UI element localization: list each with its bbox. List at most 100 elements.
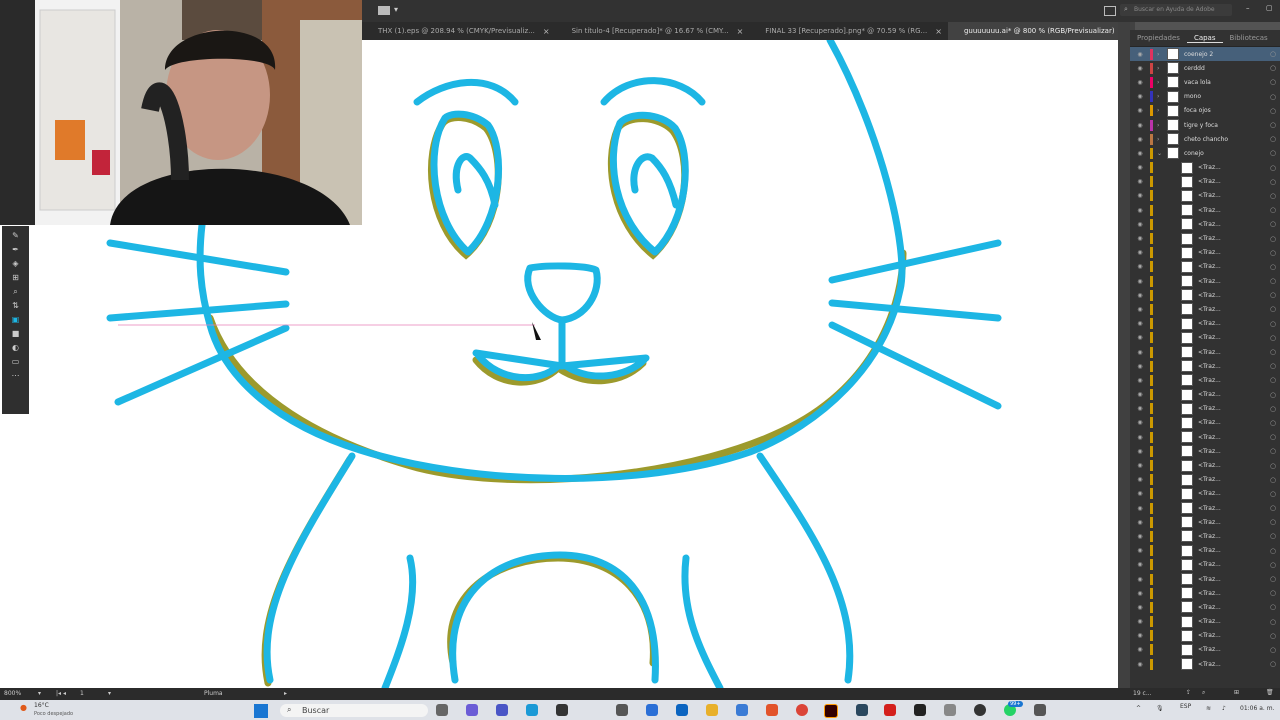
draw-mode-icon[interactable]: ◐	[9, 343, 23, 352]
chevron-right-icon[interactable]: ›	[1157, 107, 1167, 114]
pencil-icon[interactable]: ✎	[9, 231, 23, 240]
eye-icon[interactable]: ◉	[1130, 419, 1150, 426]
tab-guuuuuuu[interactable]: guuuuuuu.ai* @ 800 % (RGB/Previsualizar)…	[947, 22, 1136, 40]
chevron-down-icon[interactable]: ▾	[38, 690, 41, 697]
file-explorer-icon[interactable]	[706, 704, 718, 716]
target-icon[interactable]: ○	[1270, 320, 1280, 328]
sublayer-row[interactable]: ◉ <Traz... ○	[1130, 402, 1280, 416]
target-icon[interactable]: ○	[1270, 277, 1280, 285]
eye-icon[interactable]: ◉	[1130, 349, 1150, 356]
sublayer-row[interactable]: ◉ <Traz... ○	[1130, 657, 1280, 671]
chevron-right-icon[interactable]: ›	[1157, 93, 1167, 100]
eye-icon[interactable]: ◉	[1130, 576, 1150, 583]
artboard-nav-icon[interactable]: |◂ ◂	[56, 690, 66, 697]
eye-icon[interactable]: ◉	[1130, 93, 1150, 100]
artboard-icon[interactable]: ⊞	[9, 273, 23, 282]
sublayer-row[interactable]: ◉ <Traz... ○	[1130, 501, 1280, 515]
target-icon[interactable]: ○	[1270, 249, 1280, 257]
eye-icon[interactable]: ◉	[1130, 490, 1150, 497]
target-icon[interactable]: ○	[1270, 490, 1280, 498]
layer-row[interactable]: ◉ › vaca lola ○	[1130, 75, 1280, 89]
target-icon[interactable]: ○	[1270, 149, 1280, 157]
target-icon[interactable]: ○	[1270, 164, 1280, 172]
layer-row[interactable]: ◉ › cerddd ○	[1130, 61, 1280, 75]
target-icon[interactable]: ○	[1270, 419, 1280, 427]
chevron-down-icon[interactable]: ▾	[394, 5, 398, 14]
sublayer-row[interactable]: ◉ <Traz... ○	[1130, 260, 1280, 274]
chevron-right-icon[interactable]: ›	[1157, 79, 1167, 86]
sublayer-row[interactable]: ◉ <Traz... ○	[1130, 288, 1280, 302]
target-icon[interactable]: ○	[1270, 447, 1280, 455]
chevron-right-icon[interactable]: ›	[1157, 65, 1167, 72]
eye-icon[interactable]: ◉	[1130, 533, 1150, 540]
edge-icon[interactable]	[526, 704, 538, 716]
weather-temp[interactable]: 16°C	[34, 702, 49, 709]
eye-icon[interactable]: ◉	[1130, 363, 1150, 370]
snipping-tool-icon[interactable]	[736, 704, 748, 716]
zoom-level[interactable]: 800%	[4, 690, 21, 697]
target-icon[interactable]: ○	[1270, 192, 1280, 200]
target-icon[interactable]: ○	[1270, 632, 1280, 640]
sublayer-row[interactable]: ◉ <Traz... ○	[1130, 388, 1280, 402]
tab-propiedades[interactable]: Propiedades	[1130, 34, 1187, 42]
eye-icon[interactable]: ◉	[1130, 448, 1150, 455]
eye-icon[interactable]: ◉	[1130, 136, 1150, 143]
target-icon[interactable]: ○	[1270, 78, 1280, 86]
eye-icon[interactable]: ◉	[1130, 462, 1150, 469]
windows-start-icon[interactable]	[254, 704, 268, 718]
close-icon[interactable]: ×	[935, 27, 942, 36]
language-indicator[interactable]: ESP	[1180, 703, 1191, 710]
target-icon[interactable]: ○	[1270, 50, 1280, 58]
sublayer-row[interactable]: ◉ <Traz... ○	[1130, 416, 1280, 430]
app-icon[interactable]	[1034, 704, 1046, 716]
target-icon[interactable]: ○	[1270, 589, 1280, 597]
sublayer-row[interactable]: ◉ <Traz... ○	[1130, 373, 1280, 387]
eye-icon[interactable]: ◉	[1130, 646, 1150, 653]
maximize-window-icon[interactable]: ▢	[1266, 4, 1273, 12]
target-icon[interactable]: ○	[1270, 334, 1280, 342]
sublayer-row[interactable]: ◉ <Traz... ○	[1130, 161, 1280, 175]
eye-icon[interactable]: ◉	[1130, 107, 1150, 114]
tab-sin-titulo[interactable]: Sin título-4 [Recuperado]* @ 16.67 % (CM…	[556, 22, 750, 40]
zoom-icon[interactable]: ⌕	[9, 287, 23, 296]
close-icon[interactable]: ×	[737, 27, 744, 36]
app-icon[interactable]	[616, 704, 628, 716]
chevron-down-icon[interactable]: ▾	[108, 690, 111, 697]
arrange-documents-icon[interactable]	[1104, 6, 1116, 16]
teams-icon[interactable]	[496, 704, 508, 716]
weather-icon[interactable]: ●	[20, 703, 27, 712]
task-view-icon[interactable]	[436, 704, 448, 716]
eye-icon[interactable]: ◉	[1130, 306, 1150, 313]
sublayer-row[interactable]: ◉ <Traz... ○	[1130, 629, 1280, 643]
target-icon[interactable]: ○	[1270, 220, 1280, 228]
terminal-icon[interactable]	[556, 704, 568, 716]
tab-bibliotecas[interactable]: Bibliotecas	[1223, 34, 1275, 42]
target-icon[interactable]: ○	[1270, 561, 1280, 569]
sublayer-row[interactable]: ◉ <Traz... ○	[1130, 430, 1280, 444]
target-icon[interactable]: ○	[1270, 518, 1280, 526]
eye-icon[interactable]: ◉	[1130, 164, 1150, 171]
screen-mode-icon[interactable]: ▭	[9, 357, 23, 366]
target-icon[interactable]: ○	[1270, 462, 1280, 470]
sublayer-row[interactable]: ◉ <Traz... ○	[1130, 558, 1280, 572]
eye-icon[interactable]: ◉	[1130, 278, 1150, 285]
target-icon[interactable]: ○	[1270, 405, 1280, 413]
eye-icon[interactable]: ◉	[1130, 263, 1150, 270]
brave-icon[interactable]	[766, 704, 778, 716]
wifi-icon[interactable]: ≋	[1206, 705, 1211, 712]
layer-row[interactable]: ◉ › mono ○	[1130, 90, 1280, 104]
outlook-icon[interactable]	[676, 704, 688, 716]
eye-icon[interactable]: ◉	[1130, 79, 1150, 86]
target-icon[interactable]: ○	[1270, 121, 1280, 129]
steam-icon[interactable]	[856, 704, 868, 716]
chrome-icon[interactable]	[796, 704, 808, 716]
more-tools-icon[interactable]: ⋯	[9, 371, 23, 380]
target-icon[interactable]: ○	[1270, 206, 1280, 214]
target-icon[interactable]: ○	[1270, 64, 1280, 72]
target-icon[interactable]: ○	[1270, 532, 1280, 540]
chevron-right-icon[interactable]: ›	[1157, 122, 1167, 129]
eye-icon[interactable]: ◉	[1130, 51, 1150, 58]
eye-icon[interactable]: ◉	[1130, 65, 1150, 72]
tab-final-33[interactable]: FINAL 33 [Recuperado].png* @ 70.59 % (RG…	[749, 22, 948, 40]
epic-games-icon[interactable]	[914, 704, 926, 716]
